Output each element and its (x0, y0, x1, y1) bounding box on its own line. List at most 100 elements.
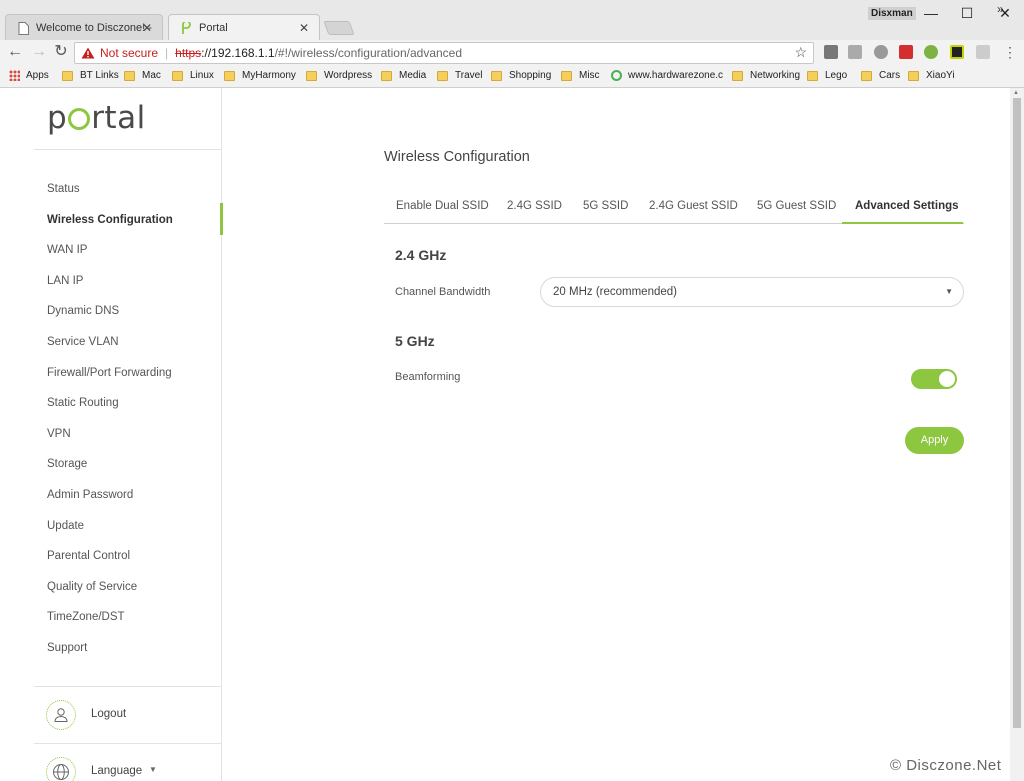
sidebar-item-wireless-configuration[interactable]: Wireless Configuration (47, 211, 173, 229)
address-bar[interactable]: Not secure | https://192.168.1.1/#!/wire… (74, 42, 814, 64)
channel-bandwidth-value: 20 MHz (recommended) (553, 286, 677, 298)
sidebar-item-static-routing[interactable]: Static Routing (47, 394, 119, 412)
browser-tab-portal[interactable]: Portal ✕ (168, 14, 320, 40)
user-icon[interactable] (46, 700, 76, 730)
tab-2-4g-guest-ssid[interactable]: 2.4G Guest SSID (649, 200, 738, 212)
extension-icon[interactable] (976, 45, 990, 59)
channel-bandwidth-label: Channel Bandwidth (395, 286, 491, 298)
sidebar-item-vpn[interactable]: VPN (47, 425, 71, 443)
security-status[interactable]: Not secure (100, 46, 158, 60)
minimize-icon[interactable]: — (916, 3, 946, 23)
more-bookmarks-icon[interactable]: » (997, 2, 1004, 16)
bookmark-item[interactable]: Travel (437, 70, 482, 81)
logout-button[interactable]: Logout (91, 708, 126, 720)
extension-icon[interactable] (924, 45, 938, 59)
bookmark-item[interactable]: BT Links (62, 70, 119, 81)
bookmark-item[interactable]: MyHarmony (224, 70, 296, 81)
sidebar-item-timezone-dst[interactable]: TimeZone/DST (47, 608, 125, 626)
extension-icon[interactable] (874, 45, 888, 59)
divider (34, 743, 222, 744)
bookmark-label: Cars (879, 70, 901, 81)
tab-enable-dual-ssid[interactable]: Enable Dual SSID (396, 200, 489, 212)
active-indicator (220, 203, 223, 235)
language-selector[interactable]: Language (91, 765, 142, 777)
bookmark-label: MyHarmony (242, 70, 296, 81)
back-icon[interactable]: ← (6, 43, 24, 61)
sidebar-item-status[interactable]: Status (47, 180, 80, 198)
site-icon (611, 70, 622, 81)
chevron-down-icon[interactable]: ▼ (149, 765, 157, 774)
bookmark-label: Media (399, 70, 427, 81)
browser-tab-disczone[interactable]: Welcome to Disczone! - ✕ (5, 14, 163, 40)
portal-logo: p rtal (47, 100, 146, 136)
close-tab-icon[interactable]: ✕ (142, 21, 152, 35)
sidebar-item-parental-control[interactable]: Parental Control (47, 547, 130, 565)
folder-icon (62, 70, 73, 81)
watermark: © Disczone.Net (890, 757, 1002, 774)
sidebar-item-lan-ip[interactable]: LAN IP (47, 272, 83, 290)
title-bar: Welcome to Disczone! - ✕ Portal ✕ Disxma… (0, 0, 1024, 40)
bookmark-star-icon[interactable]: ☆ (794, 44, 807, 61)
bookmark-item[interactable]: Misc (561, 70, 600, 81)
extension-icon[interactable] (824, 45, 838, 59)
bookmark-item[interactable]: Cars (861, 70, 900, 81)
separator: | (165, 46, 169, 60)
apply-button[interactable]: Apply (905, 427, 964, 454)
sidebar-item-wan-ip[interactable]: WAN IP (47, 241, 87, 259)
extension-icon[interactable] (950, 45, 964, 59)
page-title: Wireless Configuration (384, 149, 530, 165)
tab-2-4g-ssid[interactable]: 2.4G SSID (507, 200, 562, 212)
scroll-thumb[interactable] (1013, 98, 1021, 728)
tab-title: Welcome to Disczone! - (36, 21, 152, 34)
maximize-icon[interactable]: ☐ (952, 3, 982, 23)
close-tab-icon[interactable]: ✕ (299, 21, 309, 35)
active-tab-underline (842, 222, 963, 224)
new-tab-button[interactable] (323, 21, 355, 35)
caret-down-icon: ▼ (945, 287, 953, 296)
page: p rtal Status Wireless Configuration WAN IP… (0, 88, 1024, 781)
sidebar-item-firewall-port-forwarding[interactable]: Firewall/Port Forwarding (47, 364, 172, 382)
extension-icon[interactable] (848, 45, 862, 59)
folder-icon (561, 70, 572, 81)
globe-icon[interactable] (46, 757, 76, 781)
close-window-icon[interactable]: ✕ (990, 3, 1020, 23)
sidebar-item-support[interactable]: Support (47, 639, 87, 657)
scroll-up-icon[interactable]: ▲ (1013, 90, 1019, 96)
tab-5g-ssid[interactable]: 5G SSID (583, 200, 628, 212)
bookmark-item[interactable]: XiaoYi (908, 70, 955, 81)
bookmark-item[interactable]: Networking (732, 70, 800, 81)
extension-icon[interactable] (899, 45, 913, 59)
reload-icon[interactable]: ↻ (52, 43, 70, 61)
beamforming-toggle[interactable] (911, 369, 957, 389)
profile-name[interactable]: Disxman (868, 7, 916, 20)
sidebar-item-dynamic-dns[interactable]: Dynamic DNS (47, 302, 119, 320)
bookmark-item[interactable]: Lego (807, 70, 847, 81)
sidebar-item-admin-password[interactable]: Admin Password (47, 486, 133, 504)
tab-advanced-settings[interactable]: Advanced Settings (855, 200, 959, 212)
sidebar-item-storage[interactable]: Storage (47, 455, 87, 473)
menu-icon[interactable]: ⋮ (1001, 43, 1019, 61)
bookmark-label: BT Links (80, 70, 119, 81)
bookmark-item[interactable]: Shopping (491, 70, 551, 81)
bookmark-item[interactable]: Linux (172, 70, 214, 81)
url-host: ://192.168.1.1 (201, 46, 275, 60)
toggle-knob (939, 371, 955, 387)
tab-5g-guest-ssid[interactable]: 5G Guest SSID (757, 200, 836, 212)
tab-title: Portal (199, 21, 228, 34)
scrollbar[interactable]: ▲ (1010, 88, 1024, 781)
bookmark-item[interactable]: Apps (9, 70, 49, 81)
bookmark-label: Lego (825, 70, 848, 81)
browser-chrome: Welcome to Disczone! - ✕ Portal ✕ Disxma… (0, 0, 1024, 88)
sidebar-item-service-vlan[interactable]: Service VLAN (47, 333, 119, 351)
sidebar-item-update[interactable]: Update (47, 517, 84, 535)
bookmark-item[interactable]: Wordpress (306, 70, 372, 81)
forward-icon[interactable]: → (30, 43, 48, 61)
url-path: /#!/wireless/configuration/advanced (274, 46, 463, 60)
bookmark-item[interactable]: Media (381, 70, 426, 81)
bookmark-item[interactable]: www.hardwarezone.c (611, 70, 723, 81)
bookmark-label: Apps (26, 70, 49, 81)
apps-grid-icon (9, 70, 20, 81)
channel-bandwidth-select[interactable]: 20 MHz (recommended) ▼ (540, 277, 964, 307)
sidebar-item-quality-of-service[interactable]: Quality of Service (47, 578, 137, 596)
bookmark-item[interactable]: Mac (124, 70, 161, 81)
